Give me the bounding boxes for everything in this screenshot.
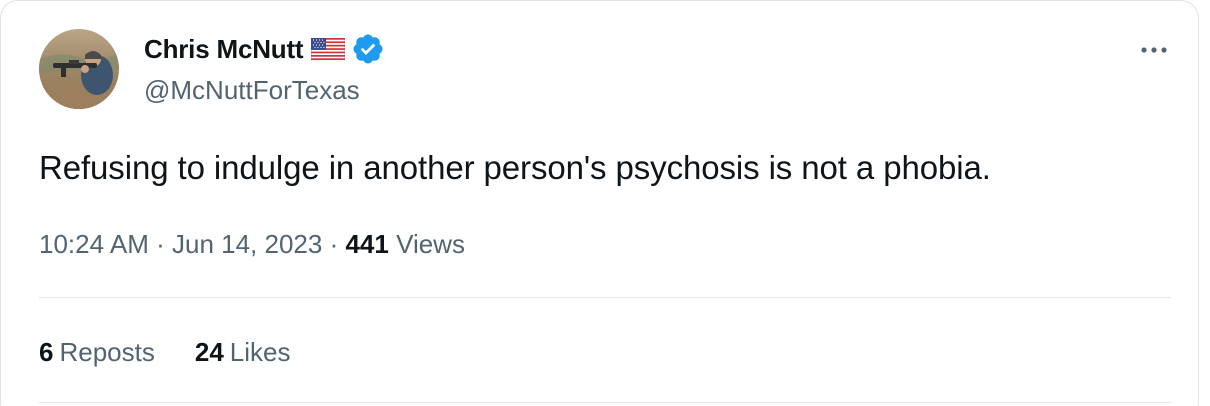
tweet-time[interactable]: 10:24 AM [39,229,149,259]
tweet-text: Refusing to indulge in another person's … [39,149,991,186]
tweet-card: Chris McNutt @McNuttForTexas Refusing to… [0,0,1199,406]
verified-badge-icon[interactable] [351,32,385,66]
author-display-name[interactable]: Chris McNutt [144,34,304,65]
engagement-stats: 6 Reposts 24 Likes [39,337,290,368]
us-flag-icon [310,37,346,61]
author-handle[interactable]: @McNuttForTexas [144,75,360,106]
views-label: Views [396,229,465,259]
more-options-icon[interactable] [1137,39,1171,61]
reposts-count: 6 [39,337,54,367]
likes-count: 24 [194,337,224,367]
avatar-photo [39,29,119,109]
reposts-label: Reposts [59,337,155,367]
author-name-row: Chris McNutt [144,31,385,67]
divider [39,402,1171,403]
meta-separator: · [156,229,172,259]
tweet-date[interactable]: Jun 14, 2023 [172,229,322,259]
views-count: 441 [345,229,397,259]
likes-label: Likes [229,337,291,367]
meta-separator: · [329,229,346,259]
avatar[interactable] [39,29,119,109]
tweet-meta: 10:24 AM · Jun 14, 2023 · 441 Views [39,229,465,260]
likes-stat[interactable]: 24 Likes [195,337,291,368]
reposts-stat[interactable]: 6 Reposts [39,337,155,368]
divider [39,297,1171,298]
